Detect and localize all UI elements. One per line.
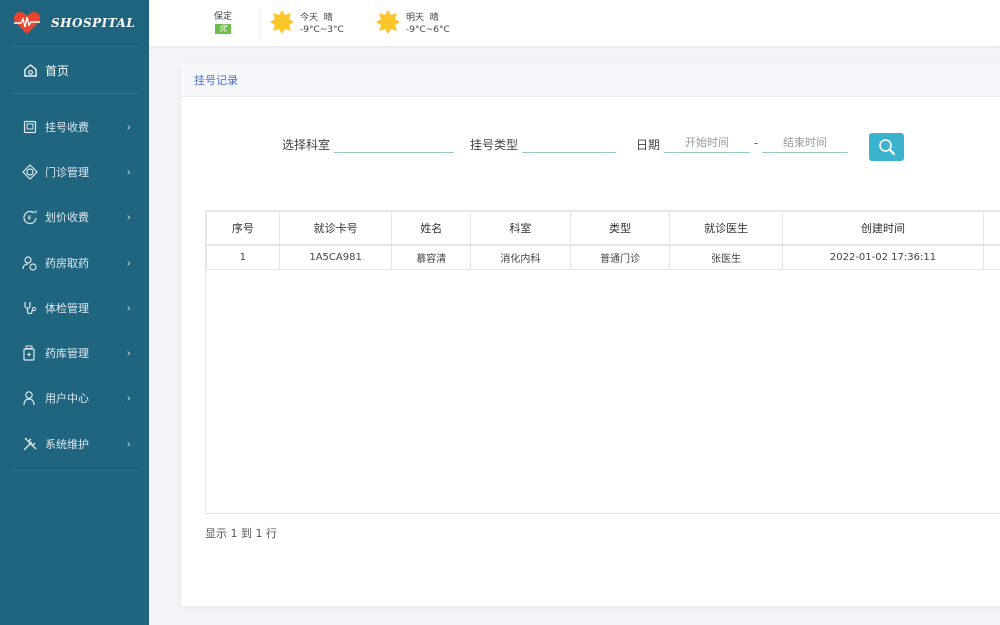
sidebar-item-label: 药库管理: [45, 347, 89, 361]
chevron-right-icon: ›: [126, 391, 131, 405]
chevron-right-icon: ›: [126, 165, 131, 179]
brand-name: SHOSPITAL: [51, 16, 136, 30]
chevron-right-icon: ›: [126, 301, 131, 315]
topbar-divider: [260, 8, 261, 38]
sidebar-item-checkup[interactable]: 体检管理 ›: [0, 285, 149, 330]
sidebar: SHOSPITAL 首页 挂号收费 › 门诊管理 › ¥ + 划价收费 › 药房…: [0, 0, 149, 625]
weather-today: 今天 晴 -9°C~3°C: [269, 9, 344, 35]
svg-text:¥: ¥: [27, 214, 32, 222]
sidebar-item-label: 划价收费: [45, 211, 89, 225]
column-header[interactable]: 就诊医生: [669, 211, 783, 246]
page-title: 挂号记录: [194, 74, 238, 87]
sidebar-item-label: 系统维护: [45, 437, 89, 451]
weather-day-label: 明天: [406, 12, 425, 23]
sidebar-item-outpatient[interactable]: 门诊管理 ›: [0, 149, 149, 194]
column-header-extra: [983, 211, 1000, 246]
date-separator: -: [754, 136, 759, 150]
cell-department: 消化内科: [470, 244, 571, 270]
cell-created-time: 2022-01-02 17:36:11: [781, 244, 985, 270]
table-header-row: 序号 就诊卡号 姓名 科室 类型 就诊医生 创建时间: [206, 211, 1000, 246]
sidebar-item-label: 挂号收费: [45, 120, 89, 134]
sun-icon: [376, 10, 400, 34]
records-table: 序号 就诊卡号 姓名 科室 类型 就诊医生 创建时间 1 1A5CA981 慕容…: [206, 211, 1000, 270]
cell-card-number: 1A5CA981: [278, 244, 393, 270]
user-icon: [22, 390, 38, 406]
chevron-right-icon: ›: [126, 346, 131, 360]
topbar: 保定 优 今天 晴 -9°C~3°C 明天 晴 -9°C~6°C: [149, 0, 1000, 46]
sun-icon: [270, 10, 294, 34]
sidebar-item-label: 首页: [45, 63, 70, 78]
city-name: 保定: [214, 12, 233, 22]
column-header[interactable]: 类型: [569, 211, 671, 246]
sidebar-item-label: 门诊管理: [45, 165, 89, 179]
medicine-bottle-icon: [22, 345, 38, 361]
sidebar-item-pricing[interactable]: ¥ + 划价收费 ›: [0, 195, 149, 240]
column-header[interactable]: 序号: [206, 211, 280, 246]
home-icon: [24, 63, 37, 77]
weather-temp: -9°C~6°C: [406, 24, 450, 35]
column-header[interactable]: 就诊卡号: [278, 211, 393, 246]
pricing-yen-icon: ¥ +: [22, 209, 38, 225]
cell-index: 1: [206, 244, 280, 270]
cell-name: 慕容清: [391, 244, 472, 270]
department-label: 选择科室: [282, 138, 331, 152]
search-icon: [878, 139, 895, 156]
weather-tomorrow: 明天 晴 -9°C~6°C: [375, 9, 450, 35]
chevron-right-icon: ›: [126, 120, 131, 134]
sidebar-item-system[interactable]: 系统维护 ›: [0, 421, 149, 466]
sidebar-divider: [10, 470, 139, 472]
chevron-right-icon: ›: [126, 256, 131, 270]
weather-temp: -9°C~3°C: [300, 24, 344, 35]
weather-condition: 晴: [429, 12, 439, 23]
tools-icon: [22, 436, 38, 452]
pagination-info: 显示 1 到 1 行: [205, 527, 277, 540]
sidebar-item-registration[interactable]: 挂号收费 ›: [0, 104, 149, 149]
cell-extra: [983, 244, 1000, 270]
search-button[interactable]: [869, 133, 904, 161]
heart-pulse-icon: [13, 12, 41, 34]
register-card-icon: [22, 119, 38, 135]
sidebar-item-label: 药房取药: [45, 256, 89, 270]
records-table-container: 序号 就诊卡号 姓名 科室 类型 就诊医生 创建时间 1 1A5CA981 慕容…: [205, 210, 1000, 514]
pharmacy-user-icon: [22, 255, 38, 271]
outpatient-icon: [22, 164, 38, 180]
chevron-right-icon: ›: [126, 210, 131, 224]
end-date-input[interactable]: 结束时间: [762, 133, 848, 153]
date-label: 日期: [636, 138, 661, 152]
panel-header: 挂号记录: [181, 64, 1000, 97]
sidebar-item-user-center[interactable]: 用户中心 ›: [0, 376, 149, 421]
filter-bar: 选择科室 挂号类型 日期 开始时间 - 结束时间: [181, 133, 1000, 163]
city-air-quality: 保定 优: [214, 9, 232, 34]
column-header[interactable]: 姓名: [391, 211, 472, 246]
chevron-right-icon: ›: [126, 437, 131, 451]
type-select[interactable]: [522, 133, 616, 153]
column-header[interactable]: 科室: [470, 211, 571, 246]
department-select[interactable]: [334, 133, 454, 153]
sidebar-item-medicine-store[interactable]: 药库管理 ›: [0, 330, 149, 375]
svg-text:+: +: [33, 209, 38, 216]
logo[interactable]: SHOSPITAL: [0, 0, 149, 46]
sidebar-item-pharmacy[interactable]: 药房取药 ›: [0, 240, 149, 285]
column-header[interactable]: 创建时间: [781, 211, 985, 246]
registration-records-panel: 挂号记录 选择科室 挂号类型 日期 开始时间 - 结束时间 序号 就诊卡号 姓名…: [181, 64, 1000, 606]
type-label: 挂号类型: [470, 138, 519, 152]
table-row[interactable]: 1 1A5CA981 慕容清 消化内科 普通门诊 张医生 2022-01-02 …: [206, 244, 1000, 270]
cell-doctor: 张医生: [669, 244, 783, 270]
weather-condition: 晴: [323, 12, 333, 23]
stethoscope-icon: [22, 300, 38, 316]
sidebar-menu: 挂号收费 › 门诊管理 › ¥ + 划价收费 › 药房取药 › 体检管理 › 药…: [0, 104, 149, 466]
sidebar-item-home[interactable]: 首页: [10, 46, 139, 94]
sidebar-item-label: 用户中心: [45, 392, 89, 406]
sidebar-item-label: 体检管理: [45, 301, 89, 315]
aqi-badge: 优: [215, 24, 231, 34]
cell-type: 普通门诊: [569, 244, 671, 270]
weather-day-label: 今天: [300, 12, 319, 23]
start-date-input[interactable]: 开始时间: [664, 133, 750, 153]
